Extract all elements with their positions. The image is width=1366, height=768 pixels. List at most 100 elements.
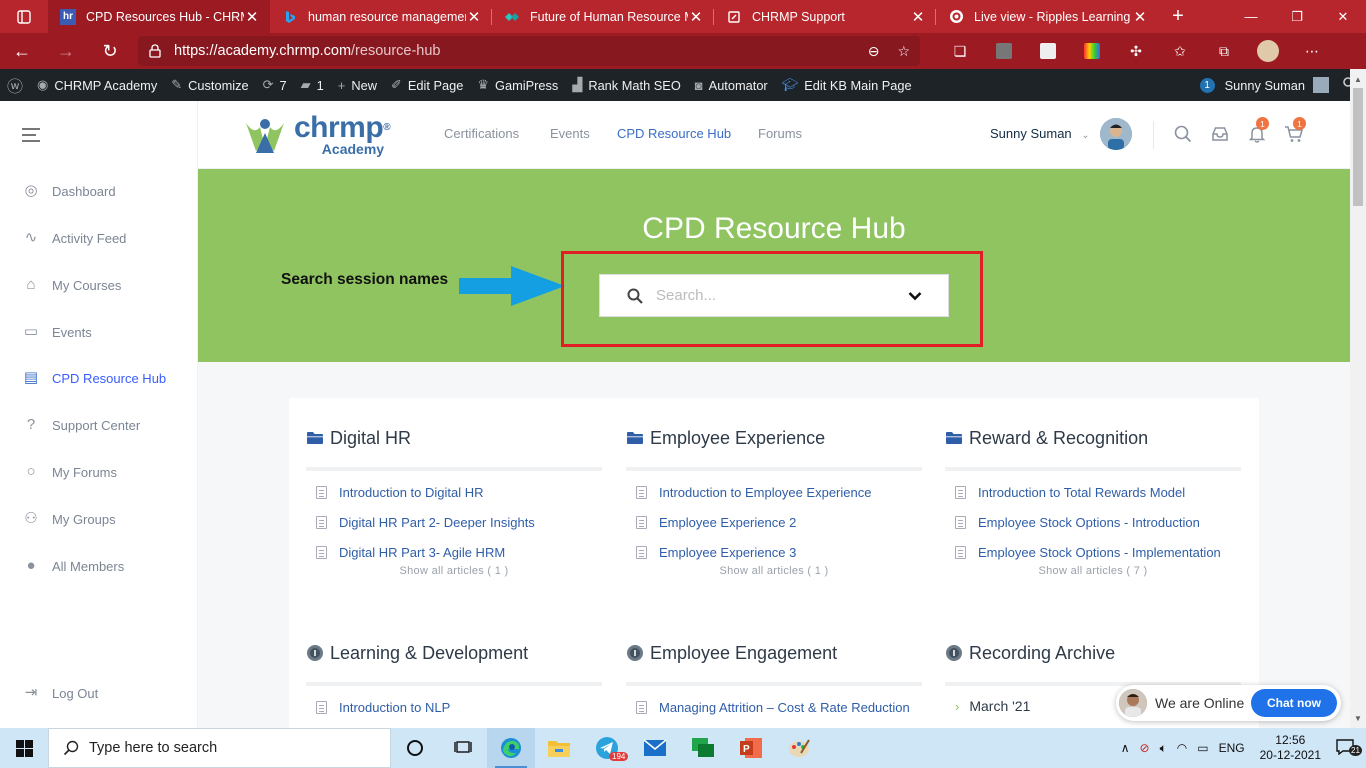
language-indicator[interactable]: ENG <box>1219 741 1245 755</box>
minimize-icon[interactable]: — <box>1228 0 1274 33</box>
profile-avatar-icon[interactable] <box>1246 40 1290 62</box>
header-user-name[interactable]: Sunny Suman ⌄ <box>990 126 1090 141</box>
powerpoint-icon[interactable]: P <box>727 728 775 768</box>
show-all-articles-link[interactable]: Show all articles ( 1 ) <box>306 565 602 577</box>
back-icon[interactable]: ← <box>0 41 44 62</box>
sidebar-item-dashboard[interactable]: ◎ Dashboard <box>22 182 115 200</box>
close-tab-icon[interactable]: ✕ <box>910 8 926 26</box>
tray-chevron-up-icon[interactable]: ∧ <box>1121 741 1130 755</box>
article-link[interactable]: Employee Stock Options - Introduction <box>945 513 1241 531</box>
new-tab-icon[interactable]: + <box>1158 0 1198 33</box>
admin-customize[interactable]: ✎ Customize <box>164 69 255 101</box>
volume-icon[interactable]: 🔈︎ <box>1160 741 1167 756</box>
admin-edit-page[interactable]: ✐ Edit Page <box>384 69 470 101</box>
browser-tab-3[interactable]: Future of Human Resource M ✕ <box>492 0 714 33</box>
chat-widget[interactable]: We are Online Chat now <box>1116 685 1341 721</box>
close-tab-icon[interactable]: ✕ <box>1132 8 1148 26</box>
chat-now-button[interactable]: Chat now <box>1251 689 1337 717</box>
browser-tab-5[interactable]: Live view - Ripples Learning ✕ <box>936 0 1158 33</box>
article-link[interactable]: Introduction to Total Rewards Model <box>945 483 1241 501</box>
favorites-icon[interactable]: ✩ <box>1158 40 1202 62</box>
chevron-down-icon[interactable] <box>908 291 922 301</box>
forward-icon[interactable]: → <box>44 41 88 62</box>
browser-tab-1[interactable]: hr CPD Resources Hub - CHRMP ✕ <box>48 0 270 33</box>
mail-icon[interactable] <box>631 728 679 768</box>
article-link[interactable]: Introduction to Digital HR <box>306 483 602 501</box>
admin-gamipress[interactable]: ♛ GamiPress <box>470 69 565 101</box>
admin-comments[interactable]: ▰ 1 <box>294 69 331 101</box>
browser-tab-4[interactable]: CHRMP Support ✕ <box>714 0 936 33</box>
more-menu-icon[interactable]: ⋯ <box>1290 40 1334 62</box>
nav-events[interactable]: Events <box>550 126 590 141</box>
search-input[interactable] <box>656 287 886 304</box>
cortana-icon[interactable] <box>391 728 439 768</box>
url-bar[interactable]: https://academy.chrmp.com/resource-hub ⊖… <box>138 36 920 66</box>
wordpress-logo-icon[interactable]: ⓦ <box>0 69 30 101</box>
telegram-icon[interactable]: 194 <box>583 728 631 768</box>
show-all-articles-link[interactable]: Show all articles ( 7 ) <box>945 565 1241 577</box>
category-title[interactable]: Employee Experience <box>650 428 825 449</box>
admin-automator[interactable]: ◙ Automator <box>688 69 775 101</box>
sidebar-item-support-center[interactable]: ? Support Center <box>22 416 140 434</box>
taskbar-search[interactable]: Type here to search <box>48 728 391 768</box>
close-tab-icon[interactable]: ✕ <box>466 8 482 26</box>
scroll-up-icon[interactable]: ▲ <box>1354 75 1362 84</box>
inbox-icon[interactable] <box>1210 125 1230 145</box>
kb-search-box[interactable] <box>599 274 949 317</box>
admin-user-avatar[interactable] <box>1313 77 1329 93</box>
article-link[interactable]: Employee Experience 3 <box>626 543 922 561</box>
category-title[interactable]: Reward & Recognition <box>969 428 1148 449</box>
collections-icon[interactable]: ❏ <box>938 40 982 62</box>
admin-rank-math[interactable]: ▟ Rank Math SEO <box>565 69 687 101</box>
screenshot-ext-icon[interactable] <box>1026 40 1070 62</box>
sidebar-item-activity-feed[interactable]: ∿ Activity Feed <box>22 229 127 247</box>
sidebar-item-events[interactable]: ▭ Events <box>22 323 92 341</box>
windows-start-icon[interactable] <box>0 728 48 768</box>
sidebar-item-log-out[interactable]: ⇥ Log Out <box>22 684 99 702</box>
nav-cpd-resource-hub[interactable]: CPD Resource Hub <box>617 126 731 141</box>
header-search-icon[interactable] <box>1173 125 1193 145</box>
category-title[interactable]: Digital HR <box>330 428 411 449</box>
taskbar-clock[interactable]: 12:56 20-12-2021 <box>1260 733 1321 763</box>
article-link[interactable]: Digital HR Part 3- Agile HRM <box>306 543 602 561</box>
network-error-icon[interactable]: ⊘ <box>1140 741 1150 755</box>
scrollbar-thumb[interactable] <box>1353 88 1363 206</box>
chat-app-icon[interactable] <box>679 728 727 768</box>
task-view-icon[interactable] <box>439 728 487 768</box>
admin-edit-kb[interactable]: 🎓︎ Edit KB Main Page <box>775 69 919 101</box>
sidebar-item-my-forums[interactable]: ○ My Forums <box>22 463 117 481</box>
admin-user-name[interactable]: Sunny Suman <box>1225 78 1305 93</box>
header-avatar[interactable] <box>1100 118 1132 150</box>
color-ext-icon[interactable] <box>1070 40 1114 62</box>
chrmp-logo[interactable]: chrmp® Academy <box>242 113 391 157</box>
article-link[interactable]: Employee Experience 2 <box>626 513 922 531</box>
sidebar-item-cpd-resource-hub[interactable]: ▤ CPD Resource Hub <box>22 369 166 387</box>
browser-tab-2[interactable]: human resource managemen ✕ <box>270 0 492 33</box>
admin-new[interactable]: + New <box>331 69 384 101</box>
show-all-articles-link[interactable]: Show all articles ( 1 ) <box>626 565 922 577</box>
grammarly-icon[interactable] <box>982 40 1026 62</box>
category-title[interactable]: Recording Archive <box>969 643 1115 664</box>
nav-certifications[interactable]: Certifications <box>444 126 519 141</box>
favorite-add-icon[interactable]: ☆ <box>897 43 910 60</box>
tab-collections-icon[interactable]: ⧉ <box>1202 40 1246 62</box>
battery-icon[interactable]: ▭ <box>1197 741 1208 755</box>
nav-forums[interactable]: Forums <box>758 126 802 141</box>
wifi-icon[interactable]: ◠ <box>1177 741 1187 755</box>
action-center-icon[interactable]: 21 <box>1336 738 1362 758</box>
scroll-down-icon[interactable]: ▼ <box>1354 714 1362 723</box>
sidebar-item-my-groups[interactable]: ⚇ My Groups <box>22 510 115 528</box>
menu-toggle-icon[interactable] <box>22 128 40 146</box>
edge-taskbar-icon[interactable] <box>487 728 535 768</box>
sidebar-item-all-members[interactable]: ● All Members <box>22 557 124 575</box>
close-tab-icon[interactable]: ✕ <box>244 8 260 26</box>
article-link[interactable]: Digital HR Part 2- Deeper Insights <box>306 513 602 531</box>
close-tab-icon[interactable]: ✕ <box>688 8 704 26</box>
restore-icon[interactable]: ❐ <box>1274 0 1320 33</box>
category-title[interactable]: Learning & Development <box>330 643 528 664</box>
close-window-icon[interactable]: ✕ <box>1320 0 1366 33</box>
workspaces-icon[interactable] <box>0 0 48 33</box>
category-title[interactable]: Employee Engagement <box>650 643 837 664</box>
article-link[interactable]: Introduction to NLP <box>306 698 602 716</box>
zoom-icon[interactable]: ⊖ <box>868 43 880 60</box>
